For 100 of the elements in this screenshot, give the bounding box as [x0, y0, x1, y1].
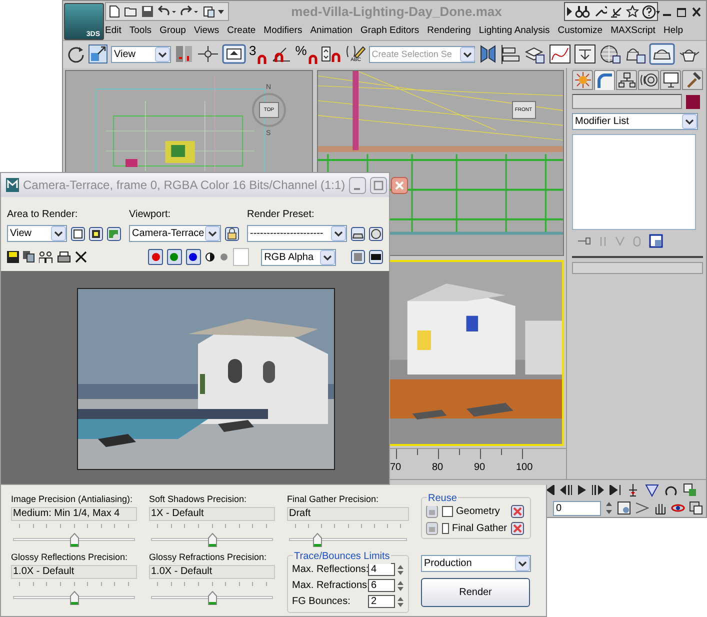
- delete-cache-icon[interactable]: [511, 522, 524, 534]
- delete-cache-icon[interactable]: [511, 504, 524, 518]
- dope-sheet-icon[interactable]: [574, 44, 596, 64]
- pin-stack-icon[interactable]: [577, 236, 591, 246]
- menu-item[interactable]: Lighting Analysis: [478, 24, 550, 38]
- time-ruler[interactable]: [396, 449, 524, 460]
- render-preset-dropdown[interactable]: ----------------------: [247, 225, 347, 242]
- slider-thumb[interactable]: [208, 533, 216, 547]
- clear-icon[interactable]: [75, 251, 87, 263]
- pan-hand-icon[interactable]: [653, 501, 667, 516]
- save-icon[interactable]: [141, 5, 154, 18]
- slider-thumb[interactable]: [312, 533, 322, 547]
- go-to-end-icon[interactable]: [609, 485, 621, 496]
- render-button[interactable]: Render: [421, 578, 530, 607]
- slider[interactable]: [13, 591, 135, 605]
- spinner-icon[interactable]: [605, 501, 613, 516]
- number-field[interactable]: 6: [368, 579, 395, 592]
- slider-thumb[interactable]: [70, 533, 78, 547]
- slider[interactable]: [289, 533, 407, 547]
- panel-tab[interactable]: [660, 70, 681, 90]
- render-mode-dropdown[interactable]: Production: [421, 555, 531, 572]
- menu-item[interactable]: MAXScript: [610, 24, 656, 38]
- name-field[interactable]: [572, 94, 682, 110]
- rendered-frame-window-icon[interactable]: [648, 43, 675, 66]
- scale-icon[interactable]: [88, 44, 108, 64]
- render-setup-icon[interactable]: [351, 226, 365, 240]
- number-field[interactable]: 4: [368, 563, 395, 576]
- project-folder-icon[interactable]: [203, 5, 225, 18]
- menu-item[interactable]: Views: [194, 24, 220, 38]
- field-of-view-icon[interactable]: [645, 483, 659, 498]
- next-frame-icon[interactable]: [592, 485, 604, 496]
- previous-frame-icon[interactable]: [560, 485, 572, 496]
- modifier-list-dropdown[interactable]: Modifier List: [572, 113, 698, 130]
- spinner-icon[interactable]: [397, 564, 404, 576]
- maximize-icon[interactable]: [677, 6, 686, 17]
- toggle-ui-overlay-icon[interactable]: [351, 250, 366, 264]
- slider[interactable]: [151, 533, 273, 547]
- monochrome-icon[interactable]: [204, 252, 215, 262]
- mirror-icon[interactable]: [478, 44, 498, 64]
- selection-set-dropdown[interactable]: Create Selection Se: [368, 46, 475, 63]
- people-icon[interactable]: [39, 251, 53, 263]
- rotate-icon[interactable]: [67, 45, 85, 64]
- time-configuration-icon[interactable]: [617, 501, 631, 516]
- display-channel-dropdown[interactable]: RGB Alpha: [261, 248, 336, 266]
- toggle-ui-icon[interactable]: [369, 250, 384, 264]
- number-field[interactable]: 2: [368, 595, 395, 608]
- channel-toggle[interactable]: [148, 249, 164, 265]
- menu-item[interactable]: Help: [663, 24, 683, 38]
- slider-thumb[interactable]: [70, 591, 78, 605]
- min-max-toggle-icon[interactable]: [689, 501, 703, 516]
- menu-item[interactable]: Edit: [105, 24, 122, 38]
- menu-item[interactable]: Customize: [558, 24, 603, 38]
- star-icon[interactable]: [626, 5, 639, 18]
- maximize-viewport-icon[interactable]: [683, 483, 697, 498]
- slider[interactable]: [151, 591, 273, 605]
- background-color-swatch[interactable]: [232, 248, 250, 266]
- menu-item[interactable]: Group: [160, 24, 186, 38]
- color-swatch[interactable]: [686, 94, 700, 109]
- menu-item[interactable]: Graph Editors: [360, 24, 420, 38]
- open-folder-icon[interactable]: [124, 5, 138, 18]
- binoculars-icon[interactable]: [575, 5, 591, 18]
- environment-icon[interactable]: [369, 226, 383, 240]
- save-image-icon[interactable]: [7, 251, 19, 263]
- manipulate-icon[interactable]: [222, 44, 246, 64]
- menu-item[interactable]: Animation: [310, 24, 352, 38]
- auto-region-icon[interactable]: [89, 226, 103, 240]
- panel-tab[interactable]: [638, 70, 659, 90]
- copy-image-icon[interactable]: [107, 226, 121, 240]
- spinner-snap-icon[interactable]: [320, 44, 343, 64]
- curve-editor-icon[interactable]: [548, 44, 571, 64]
- menu-item[interactable]: Modifiers: [264, 24, 302, 38]
- channel-toggle[interactable]: [167, 249, 182, 265]
- menu-item[interactable]: Tools: [129, 24, 152, 38]
- menu-item[interactable]: Rendering: [427, 24, 471, 38]
- configure-sets-icon[interactable]: [649, 234, 663, 248]
- clone-icon[interactable]: [23, 251, 35, 263]
- help-icon[interactable]: [642, 4, 660, 19]
- reference-coordinate-dropdown[interactable]: View: [111, 46, 171, 63]
- panel-tab[interactable]: [682, 70, 703, 90]
- slider[interactable]: [13, 533, 135, 547]
- alpha-dot-icon[interactable]: [218, 252, 229, 262]
- material-editor-icon[interactable]: [598, 44, 621, 64]
- spinner-icon[interactable]: [397, 580, 404, 592]
- lock-icon[interactable]: [225, 226, 239, 240]
- slider-thumb[interactable]: [208, 591, 216, 605]
- spinner-icon[interactable]: [397, 596, 404, 608]
- menu-item[interactable]: Create: [227, 24, 256, 38]
- close-icon[interactable]: [692, 6, 701, 17]
- schematic-link-icon[interactable]: [197, 45, 219, 64]
- checkbox[interactable]: [442, 506, 453, 516]
- frame-field[interactable]: 0: [553, 500, 601, 516]
- snap-toggle[interactable]: 3: [249, 44, 268, 64]
- viewport-dropdown[interactable]: Camera-Terrace: [129, 225, 221, 242]
- panel-tab[interactable]: [616, 70, 637, 90]
- expand-arrow-icon[interactable]: [567, 7, 572, 16]
- channel-toggle[interactable]: [186, 249, 201, 265]
- checkbox[interactable]: [442, 522, 449, 534]
- area-to-render-dropdown[interactable]: View: [7, 225, 67, 242]
- edit-region-icon[interactable]: [71, 226, 85, 240]
- align-icon[interactable]: [500, 44, 521, 64]
